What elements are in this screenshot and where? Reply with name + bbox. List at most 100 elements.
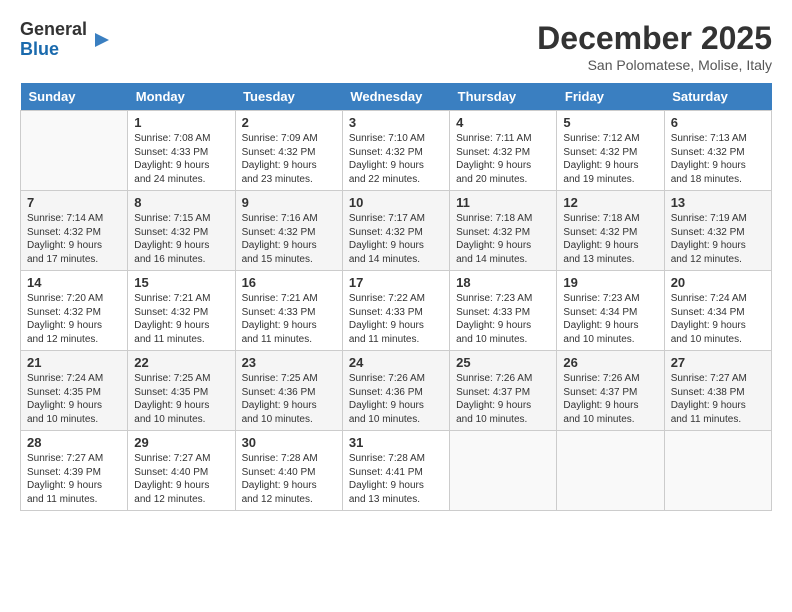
day-info: Sunrise: 7:27 AMSunset: 4:38 PMDaylight:… xyxy=(671,372,765,426)
calendar-cell: 1 Sunrise: 7:08 AMSunset: 4:33 PMDaylight… xyxy=(128,111,235,191)
day-info: Sunrise: 7:23 AMSunset: 4:34 PMDaylight:… xyxy=(563,292,657,346)
week-row-2: 7 Sunrise: 7:14 AMSunset: 4:32 PMDaylight… xyxy=(21,191,772,271)
day-number: 4 xyxy=(456,115,550,130)
day-number: 10 xyxy=(349,195,443,210)
calendar-cell: 6 Sunrise: 7:13 AMSunset: 4:32 PMDaylight… xyxy=(664,111,771,191)
day-info: Sunrise: 7:24 AMSunset: 4:35 PMDaylight:… xyxy=(27,372,121,426)
day-info: Sunrise: 7:08 AMSunset: 4:33 PMDaylight:… xyxy=(134,132,228,186)
col-header-sunday: Sunday xyxy=(21,83,128,111)
col-header-tuesday: Tuesday xyxy=(235,83,342,111)
calendar-cell: 21 Sunrise: 7:24 AMSunset: 4:35 PMDayligh… xyxy=(21,351,128,431)
day-number: 11 xyxy=(456,195,550,210)
day-number: 12 xyxy=(563,195,657,210)
subtitle: San Polomatese, Molise, Italy xyxy=(537,57,772,73)
calendar-cell: 24Sunrise: 7:26 AMSunset: 4:36 PMDayligh… xyxy=(342,351,449,431)
day-number: 31 xyxy=(349,435,443,450)
day-number: 22 xyxy=(134,355,228,370)
calendar-cell: 23Sunrise: 7:25 AMSunset: 4:36 PMDayligh… xyxy=(235,351,342,431)
day-number: 29 xyxy=(134,435,228,450)
day-info: Sunrise: 7:28 AMSunset: 4:40 PMDaylight:… xyxy=(242,452,336,506)
day-info: Sunrise: 7:14 AMSunset: 4:32 PMDaylight:… xyxy=(27,212,121,266)
day-info: Sunrise: 7:21 AMSunset: 4:33 PMDaylight:… xyxy=(242,292,336,346)
week-row-4: 21 Sunrise: 7:24 AMSunset: 4:35 PMDayligh… xyxy=(21,351,772,431)
day-info: Sunrise: 7:20 AMSunset: 4:32 PMDaylight:… xyxy=(27,292,121,346)
logo-blue-text: Blue xyxy=(20,39,59,59)
day-number: 14 xyxy=(27,275,121,290)
logo-icon xyxy=(89,29,111,51)
calendar-cell: 3Sunrise: 7:10 AMSunset: 4:32 PMDaylight… xyxy=(342,111,449,191)
calendar-cell: 11 Sunrise: 7:18 AMSunset: 4:32 PMDayligh… xyxy=(450,191,557,271)
day-info: Sunrise: 7:16 AMSunset: 4:32 PMDaylight:… xyxy=(242,212,336,266)
day-number: 9 xyxy=(242,195,336,210)
calendar-cell: 10Sunrise: 7:17 AMSunset: 4:32 PMDayligh… xyxy=(342,191,449,271)
calendar-cell: 4 Sunrise: 7:11 AMSunset: 4:32 PMDaylight… xyxy=(450,111,557,191)
calendar-cell: 2 Sunrise: 7:09 AMSunset: 4:32 PMDaylight… xyxy=(235,111,342,191)
column-header-row: SundayMondayTuesdayWednesdayThursdayFrid… xyxy=(21,83,772,111)
calendar-cell: 9 Sunrise: 7:16 AMSunset: 4:32 PMDaylight… xyxy=(235,191,342,271)
day-number: 23 xyxy=(242,355,336,370)
col-header-friday: Friday xyxy=(557,83,664,111)
calendar-table: SundayMondayTuesdayWednesdayThursdayFrid… xyxy=(20,83,772,511)
day-number: 21 xyxy=(27,355,121,370)
calendar-cell: 16Sunrise: 7:21 AMSunset: 4:33 PMDayligh… xyxy=(235,271,342,351)
day-info: Sunrise: 7:19 AMSunset: 4:32 PMDaylight:… xyxy=(671,212,765,266)
day-info: Sunrise: 7:13 AMSunset: 4:32 PMDaylight:… xyxy=(671,132,765,186)
calendar-cell: 13 Sunrise: 7:19 AMSunset: 4:32 PMDayligh… xyxy=(664,191,771,271)
day-info: Sunrise: 7:26 AMSunset: 4:37 PMDaylight:… xyxy=(456,372,550,426)
calendar-cell: 22 Sunrise: 7:25 AMSunset: 4:35 PMDayligh… xyxy=(128,351,235,431)
day-number: 27 xyxy=(671,355,765,370)
calendar-cell: 8Sunrise: 7:15 AMSunset: 4:32 PMDaylight… xyxy=(128,191,235,271)
col-header-monday: Monday xyxy=(128,83,235,111)
day-number: 17 xyxy=(349,275,443,290)
calendar-cell: 28Sunrise: 7:27 AMSunset: 4:39 PMDayligh… xyxy=(21,431,128,511)
calendar-cell xyxy=(450,431,557,511)
week-row-1: 1 Sunrise: 7:08 AMSunset: 4:33 PMDaylight… xyxy=(21,111,772,191)
day-info: Sunrise: 7:23 AMSunset: 4:33 PMDaylight:… xyxy=(456,292,550,346)
day-info: Sunrise: 7:26 AMSunset: 4:36 PMDaylight:… xyxy=(349,372,443,426)
day-info: Sunrise: 7:09 AMSunset: 4:32 PMDaylight:… xyxy=(242,132,336,186)
day-info: Sunrise: 7:11 AMSunset: 4:32 PMDaylight:… xyxy=(456,132,550,186)
col-header-wednesday: Wednesday xyxy=(342,83,449,111)
logo-general-text: General xyxy=(20,19,87,39)
calendar-cell: 5Sunrise: 7:12 AMSunset: 4:32 PMDaylight… xyxy=(557,111,664,191)
day-number: 20 xyxy=(671,275,765,290)
calendar-cell: 14 Sunrise: 7:20 AMSunset: 4:32 PMDayligh… xyxy=(21,271,128,351)
day-number: 25 xyxy=(456,355,550,370)
day-number: 30 xyxy=(242,435,336,450)
day-number: 1 xyxy=(134,115,228,130)
calendar-cell: 7 Sunrise: 7:14 AMSunset: 4:32 PMDaylight… xyxy=(21,191,128,271)
calendar-cell: 19 Sunrise: 7:23 AMSunset: 4:34 PMDayligh… xyxy=(557,271,664,351)
day-number: 19 xyxy=(563,275,657,290)
calendar-cell: 25 Sunrise: 7:26 AMSunset: 4:37 PMDayligh… xyxy=(450,351,557,431)
day-info: Sunrise: 7:10 AMSunset: 4:32 PMDaylight:… xyxy=(349,132,443,186)
calendar-cell: 17 Sunrise: 7:22 AMSunset: 4:33 PMDayligh… xyxy=(342,271,449,351)
day-number: 7 xyxy=(27,195,121,210)
week-row-5: 28Sunrise: 7:27 AMSunset: 4:39 PMDayligh… xyxy=(21,431,772,511)
day-info: Sunrise: 7:24 AMSunset: 4:34 PMDaylight:… xyxy=(671,292,765,346)
day-number: 26 xyxy=(563,355,657,370)
calendar-cell: 12 Sunrise: 7:18 AMSunset: 4:32 PMDayligh… xyxy=(557,191,664,271)
calendar-cell xyxy=(21,111,128,191)
calendar-cell: 20 Sunrise: 7:24 AMSunset: 4:34 PMDayligh… xyxy=(664,271,771,351)
day-info: Sunrise: 7:26 AMSunset: 4:37 PMDaylight:… xyxy=(563,372,657,426)
day-number: 18 xyxy=(456,275,550,290)
day-info: Sunrise: 7:18 AMSunset: 4:32 PMDaylight:… xyxy=(563,212,657,266)
day-info: Sunrise: 7:22 AMSunset: 4:33 PMDaylight:… xyxy=(349,292,443,346)
day-info: Sunrise: 7:12 AMSunset: 4:32 PMDaylight:… xyxy=(563,132,657,186)
calendar-cell: 15Sunrise: 7:21 AMSunset: 4:32 PMDayligh… xyxy=(128,271,235,351)
day-number: 13 xyxy=(671,195,765,210)
logo: General Blue xyxy=(20,20,111,60)
day-number: 2 xyxy=(242,115,336,130)
calendar-cell: 30 Sunrise: 7:28 AMSunset: 4:40 PMDayligh… xyxy=(235,431,342,511)
day-info: Sunrise: 7:18 AMSunset: 4:32 PMDaylight:… xyxy=(456,212,550,266)
day-info: Sunrise: 7:27 AMSunset: 4:39 PMDaylight:… xyxy=(27,452,121,506)
calendar-cell xyxy=(557,431,664,511)
day-info: Sunrise: 7:15 AMSunset: 4:32 PMDaylight:… xyxy=(134,212,228,266)
day-info: Sunrise: 7:25 AMSunset: 4:35 PMDaylight:… xyxy=(134,372,228,426)
day-info: Sunrise: 7:28 AMSunset: 4:41 PMDaylight:… xyxy=(349,452,443,506)
col-header-saturday: Saturday xyxy=(664,83,771,111)
day-info: Sunrise: 7:27 AMSunset: 4:40 PMDaylight:… xyxy=(134,452,228,506)
header: General Blue December 2025 San Polomates… xyxy=(20,20,772,73)
title-area: December 2025 San Polomatese, Molise, It… xyxy=(537,20,772,73)
day-number: 6 xyxy=(671,115,765,130)
